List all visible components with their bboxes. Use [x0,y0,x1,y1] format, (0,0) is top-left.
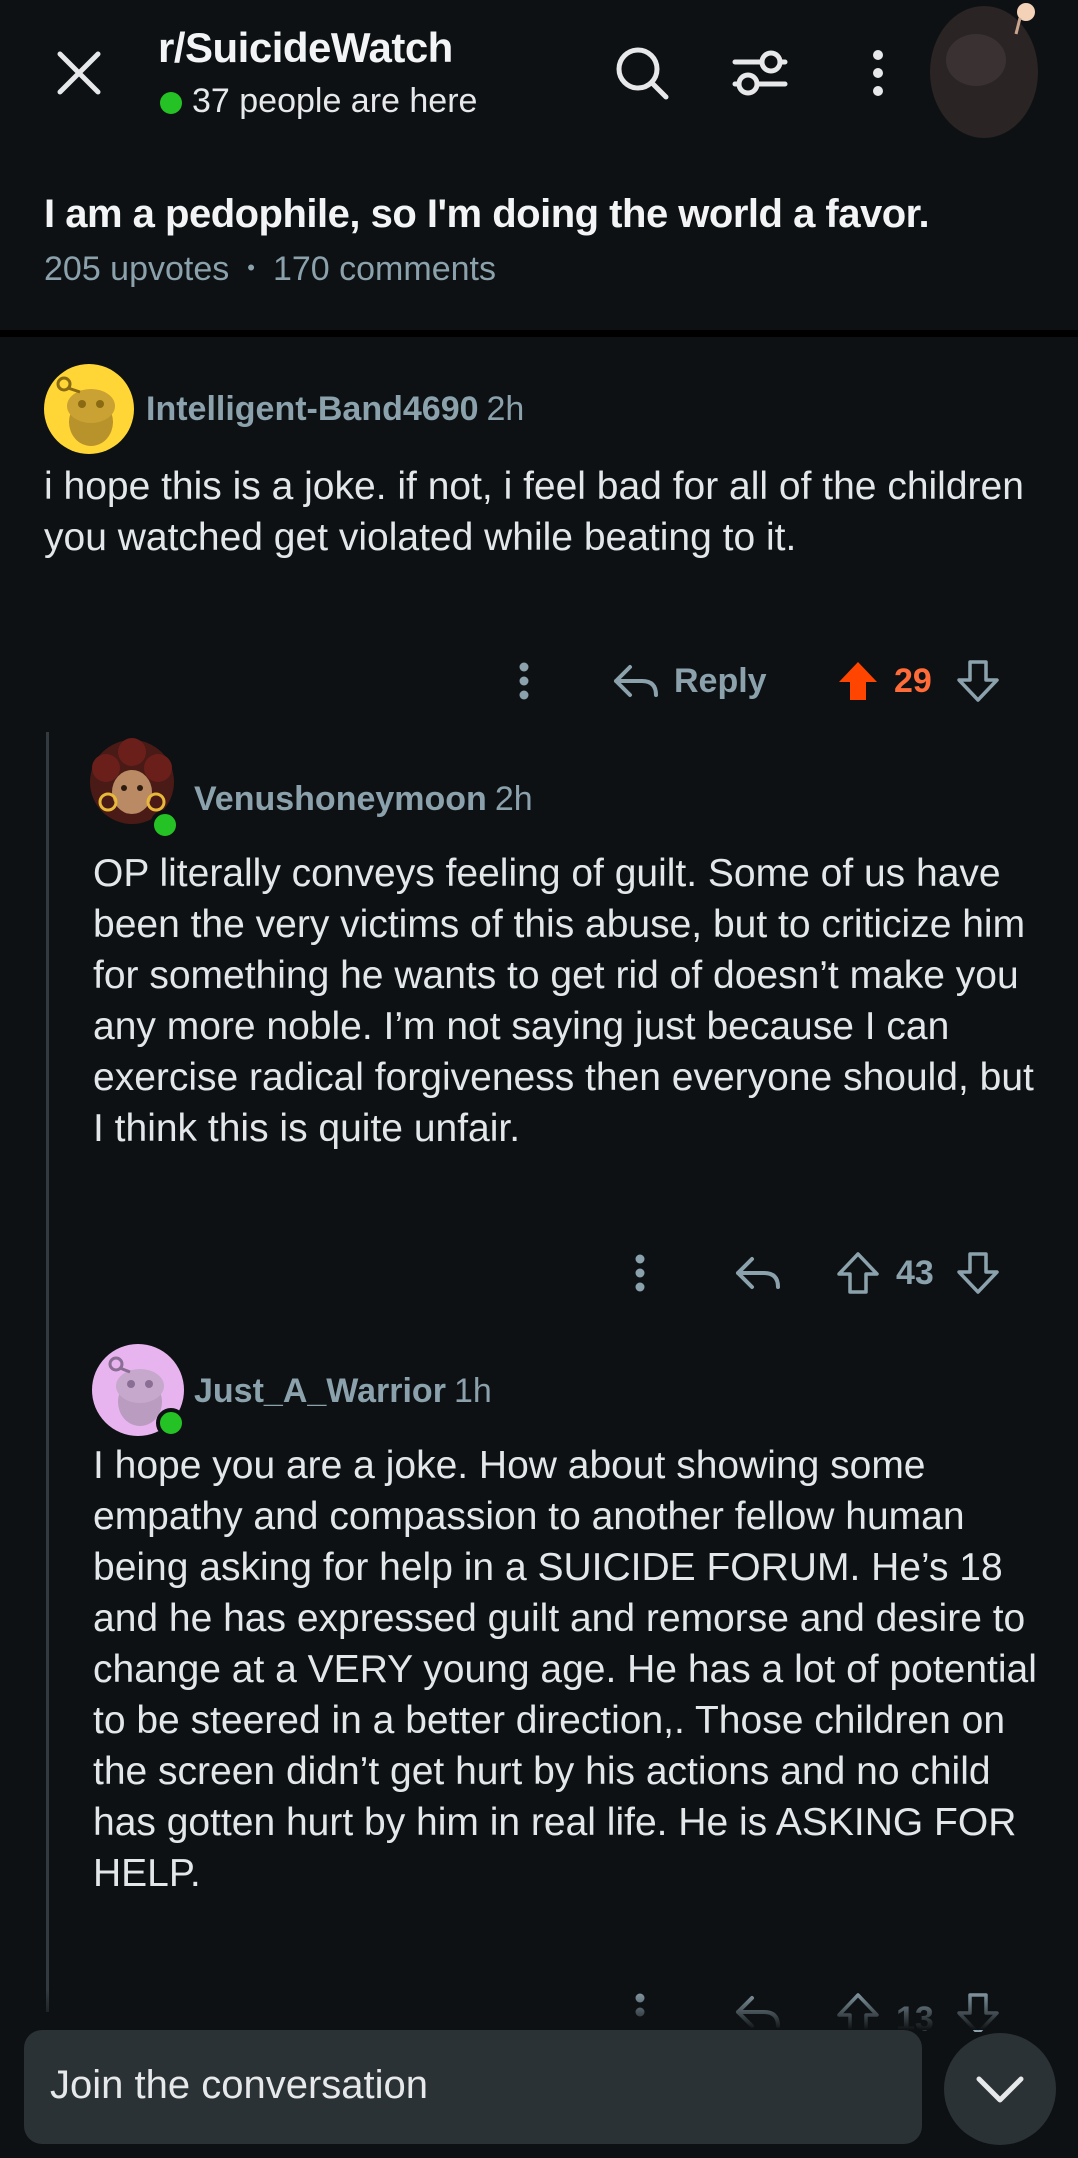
more-vertical-icon [635,1254,645,1292]
close-button[interactable] [42,36,116,110]
comment-2-reply-button[interactable] [730,1246,786,1300]
close-icon [57,51,101,95]
vote-score: 43 [896,1254,934,1292]
reply-icon [736,1257,780,1289]
comment-2-header: Venushoneymoon 2h [194,780,533,819]
user-avatar[interactable] [920,0,1038,140]
online-status-badge [156,1408,186,1438]
sort-filter-button[interactable] [726,36,794,110]
comment-2-body: OP literally conveys feeling of guilt. S… [93,852,1034,1150]
join-conversation-placeholder[interactable]: Join the conversation [50,2063,428,2108]
meta-separator: • [247,255,255,280]
comment-timestamp: 2h [494,780,533,818]
chevron-down-icon [976,2076,1024,2103]
upvote-count: 205 upvotes [44,250,230,288]
comment-2-more-button[interactable] [616,1246,664,1300]
comment-username[interactable]: Intelligent-Band4690 [146,390,479,428]
thread-line[interactable] [46,732,49,2012]
comment-username[interactable]: Just_A_Warrior [194,1372,446,1410]
online-count: 37 people are here [192,82,478,120]
filter-icon [732,50,788,96]
comment-3-header: Just_A_Warrior 1h [194,1372,492,1411]
comment-2-upvote-button[interactable] [832,1246,884,1300]
comment-1-avatar[interactable] [44,364,134,454]
collapse-comments-button[interactable] [944,2033,1056,2145]
comment-timestamp: 2h [486,390,525,428]
upvote-icon [837,1252,879,1294]
snoo-avatar-icon [930,3,1038,138]
reply-icon [614,665,658,697]
online-indicator [160,92,182,114]
upvote-filled-icon [839,662,877,700]
comment-3-body: I hope you are a joke. How about showing… [93,1444,1037,1895]
comment-1-reply-button[interactable]: Reply [612,654,782,708]
comment-1-score: 29 [894,662,932,701]
comment-1-more-button[interactable] [500,654,548,708]
downvote-icon [957,660,999,702]
comment-1-downvote-button[interactable] [952,654,1004,708]
post-title[interactable]: I am a pedophile, so I'm doing the world… [44,192,930,237]
more-options-button[interactable] [850,36,906,110]
comment-count: 170 comments [272,250,496,288]
comment-username[interactable]: Venushoneymoon [194,780,487,818]
search-icon [616,47,669,100]
comment-1-header: Intelligent-Band4690 2h [146,390,524,429]
bottom-fade [0,1990,1078,2030]
comment-1-upvote-button[interactable] [832,654,884,708]
search-button[interactable] [608,36,676,110]
comment-2-score: 43 [896,1254,934,1293]
comment-2-downvote-button[interactable] [952,1246,1004,1300]
post-meta: 205 upvotes • 170 comments [44,250,496,289]
header-bar: r/SuicideWatch 37 people are here I am a… [0,0,1078,330]
comment-timestamp: 1h [453,1372,492,1410]
downvote-icon [957,1252,999,1294]
vote-score: 29 [894,662,932,700]
subreddit-name[interactable]: r/SuicideWatch [158,24,453,72]
more-vertical-icon [873,50,883,96]
more-vertical-icon [519,662,529,700]
comment-1-body: i hope this is a joke. if not, i feel ba… [44,465,1024,559]
online-status-badge [150,810,180,840]
reply-label: Reply [674,661,767,700]
header-divider [0,330,1078,337]
snoo-avatar-icon [44,364,134,454]
